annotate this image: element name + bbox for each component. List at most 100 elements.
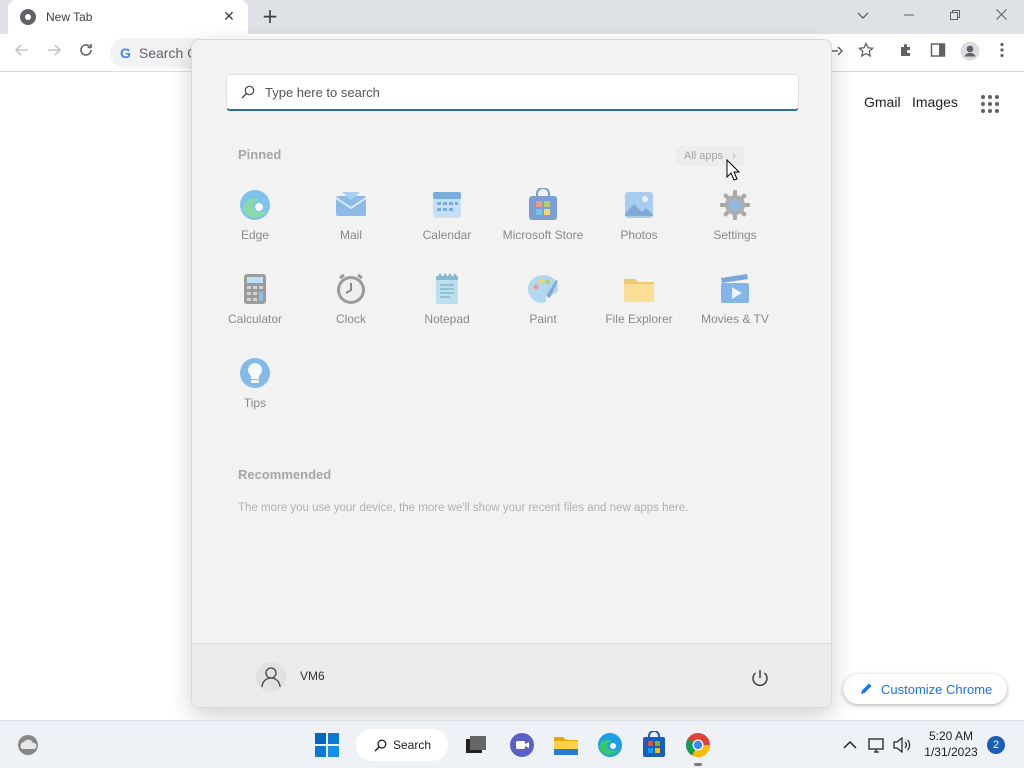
start-menu: Pinned All apps › Edge Mail Calendar Mic… (191, 39, 832, 708)
search-icon (374, 739, 387, 752)
start-search-input[interactable] (265, 84, 765, 100)
omnibox-text: Search G (138, 45, 199, 61)
extensions-button[interactable] (894, 41, 918, 65)
recommended-empty-text: The more you use your device, the more w… (238, 502, 689, 514)
gmail-link[interactable]: Gmail (864, 94, 901, 110)
new-tab-button[interactable]: + (258, 5, 282, 29)
reload-button[interactable] (74, 41, 98, 65)
photos-icon (625, 192, 653, 218)
chevron-down-icon (857, 12, 869, 19)
volume-icon[interactable] (892, 736, 912, 754)
pinned-app-file-explorer[interactable]: File Explorer (591, 272, 687, 356)
restore-icon (950, 10, 960, 20)
apps-dot (995, 109, 999, 113)
app-label: Settings (713, 228, 757, 242)
pinned-app-calculator[interactable]: Calculator (207, 272, 303, 356)
google-apps-button[interactable] (981, 95, 999, 113)
user-icon (261, 667, 281, 688)
network-icon[interactable] (867, 736, 887, 754)
back-button[interactable] (10, 41, 34, 65)
settings-icon (720, 190, 750, 220)
folder-icon (624, 279, 654, 302)
taskbar-clock[interactable]: 5:20 AM 1/31/2023 (920, 728, 982, 760)
app-label: Microsoft Store (502, 228, 584, 242)
pinned-app-microsoft-store[interactable]: Microsoft Store (495, 188, 591, 272)
menu-button[interactable] (990, 41, 1014, 65)
pinned-title: Pinned (238, 147, 282, 162)
pinned-app-clock[interactable]: Clock (303, 272, 399, 356)
app-label: Edge (240, 228, 270, 242)
close-window-button[interactable] (978, 4, 1024, 28)
chat-icon[interactable] (508, 731, 536, 759)
restore-button[interactable] (932, 4, 978, 28)
apps-dot (981, 109, 985, 113)
app-label: Calculator (227, 312, 283, 326)
close-icon (995, 9, 1007, 20)
start-footer: VM6 (192, 643, 831, 707)
notification-badge[interactable]: 2 (987, 736, 1005, 754)
tab-new-tab[interactable]: New Tab ✕ (8, 0, 248, 34)
power-icon (752, 670, 768, 687)
file-explorer-icon[interactable] (552, 731, 580, 759)
user-name: VM6 (300, 669, 325, 683)
pinned-app-photos[interactable]: Photos (591, 188, 687, 272)
apps-dot (988, 109, 992, 113)
all-apps-label: All apps (684, 150, 724, 162)
pinned-app-notepad[interactable]: Notepad (399, 272, 495, 356)
power-button[interactable] (748, 666, 772, 690)
task-view-icon[interactable] (462, 731, 490, 759)
paint-icon (528, 275, 558, 303)
bookmark-button[interactable] (854, 41, 878, 65)
minimize-button[interactable] (886, 4, 932, 28)
recommended-title: Recommended (238, 467, 332, 482)
pinned-app-settings[interactable]: Settings (687, 188, 783, 272)
active-app-indicator (694, 763, 702, 766)
images-link[interactable]: Images (912, 94, 958, 110)
profile-button[interactable] (958, 41, 982, 65)
pinned-app-mail[interactable]: Mail (303, 188, 399, 272)
pinned-apps-grid: Edge Mail Calendar Microsoft Store Photo… (207, 188, 783, 440)
pinned-app-edge[interactable]: Edge (207, 188, 303, 272)
side-panel-button[interactable] (926, 41, 950, 65)
pinned-app-paint[interactable]: Paint (495, 272, 591, 356)
app-label: Calendar (422, 228, 472, 242)
chrome-icon[interactable] (684, 731, 712, 759)
star-icon (857, 41, 875, 58)
apps-dot (981, 102, 985, 106)
app-label: Tips (243, 396, 267, 410)
minimize-icon (904, 14, 914, 16)
search-icon (241, 85, 255, 99)
arrow-right-icon (48, 44, 62, 56)
windows-start-icon[interactable] (313, 731, 341, 759)
start-search-box[interactable] (226, 74, 799, 111)
app-label: Photos (620, 228, 658, 242)
mail-icon (335, 192, 367, 216)
calendar-icon (433, 192, 461, 218)
edge-icon (240, 190, 270, 220)
pinned-app-movies-tv[interactable]: Movies & TV (687, 272, 783, 356)
user-account-button[interactable] (256, 662, 286, 692)
clock-time: 5:20 AM (928, 729, 974, 743)
customize-chrome-label: Customize Chrome (881, 681, 993, 697)
edge-icon[interactable] (596, 731, 624, 759)
reload-icon (80, 44, 92, 56)
forward-button[interactable] (42, 41, 66, 65)
weather-icon[interactable] (14, 731, 42, 759)
customize-chrome-button[interactable]: Customize Chrome (843, 674, 1007, 704)
apps-dot (988, 102, 992, 106)
taskbar: Search 5:20 AM 1/31/2023 2 (0, 720, 1024, 768)
pinned-app-calendar[interactable]: Calendar (399, 188, 495, 272)
taskbar-search-label: Search (393, 738, 432, 752)
chevron-up-icon[interactable] (840, 736, 860, 754)
movies-icon (721, 274, 749, 303)
store-icon[interactable] (640, 731, 668, 759)
apps-dot (995, 102, 999, 106)
google-g-icon: G (120, 45, 131, 61)
app-label: Paint (529, 312, 557, 326)
pinned-app-tips[interactable]: Tips (207, 356, 303, 440)
taskbar-search-button[interactable]: Search (356, 729, 448, 761)
pencil-icon (861, 683, 872, 694)
tab-close-button[interactable]: ✕ (220, 9, 238, 25)
apps-dot (995, 95, 999, 99)
tab-search-button[interactable] (840, 4, 886, 28)
